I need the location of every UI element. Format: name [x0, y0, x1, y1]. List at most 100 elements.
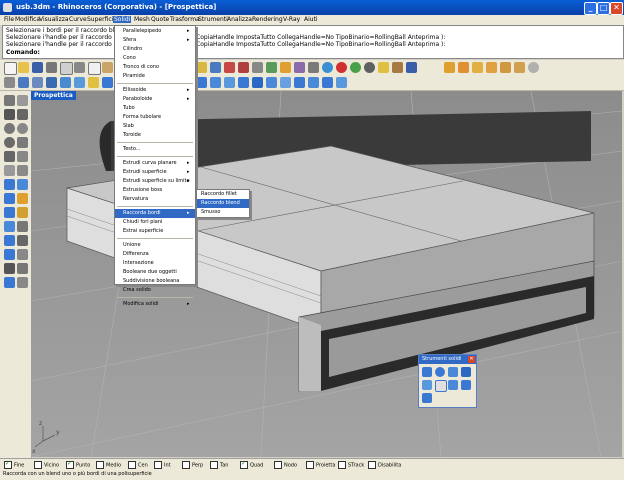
paste-icon[interactable] — [102, 62, 113, 73]
menu-quote[interactable]: Quote — [150, 16, 170, 23]
fillet-edge-icon[interactable] — [461, 380, 471, 390]
scale-icon[interactable] — [17, 249, 28, 260]
palette-close-icon[interactable]: ✕ — [468, 356, 475, 363]
text-tool-icon[interactable] — [17, 277, 28, 288]
explode-icon[interactable] — [17, 221, 28, 232]
menu-item[interactable]: Ellissoide ▸ — [115, 86, 195, 95]
zoom-icon[interactable] — [32, 77, 43, 88]
solid-tools-icon[interactable] — [4, 193, 15, 204]
osnap-checkbox[interactable] — [368, 461, 376, 469]
solid-box-icon[interactable] — [196, 77, 207, 88]
menu-item[interactable]: Estrudi superficie ▸ — [115, 168, 195, 177]
union-solid-icon[interactable] — [422, 380, 432, 390]
menu-item[interactable]: Chiudi fori piani — [115, 218, 195, 227]
osnap-checkbox[interactable] — [338, 461, 346, 469]
osnap-checkbox[interactable] — [4, 460, 12, 469]
zoom-selected-icon[interactable] — [74, 77, 85, 88]
menu-analizza[interactable]: Analizza — [226, 16, 253, 23]
sphere-solid-icon[interactable] — [435, 367, 445, 377]
intersection-solid-icon[interactable] — [448, 380, 458, 390]
osnap-tan[interactable]: Tan — [210, 461, 228, 469]
osnap-punto[interactable]: Punto — [66, 460, 90, 469]
mirror-icon[interactable] — [4, 263, 15, 274]
submenu-item[interactable]: Raccordo fillet — [197, 190, 249, 199]
osnap-checkbox[interactable] — [240, 460, 248, 469]
select-arrow-icon[interactable] — [4, 95, 15, 106]
vray-material-icon[interactable] — [472, 62, 483, 73]
solid-pipe-icon[interactable] — [266, 77, 277, 88]
osnap-checkbox[interactable] — [306, 461, 314, 469]
open-icon[interactable] — [18, 62, 29, 73]
vray-proxy-icon[interactable] — [500, 62, 511, 73]
osnap-medio[interactable]: Medio — [96, 461, 121, 469]
offset-curve-icon[interactable] — [17, 165, 28, 176]
layer-icon[interactable] — [266, 62, 277, 73]
menu-item[interactable]: Modifica solidi ▸ — [115, 300, 195, 309]
curve-icon[interactable] — [17, 151, 28, 162]
properties-icon[interactable] — [60, 62, 73, 75]
lock-icon[interactable] — [308, 62, 319, 73]
print-icon[interactable] — [46, 62, 57, 73]
extract-surface-icon[interactable] — [422, 393, 432, 403]
menu-item[interactable]: Cilindro — [115, 45, 195, 54]
solid-sphere-icon[interactable] — [210, 77, 221, 88]
rectangle-icon[interactable] — [17, 137, 28, 148]
osnap-checkbox[interactable] — [96, 461, 104, 469]
osnap-vicino[interactable]: Vicino — [34, 461, 59, 469]
maximize-button[interactable]: □ — [597, 2, 610, 15]
rotate-icon[interactable] — [4, 249, 15, 260]
menu-visualizza[interactable]: Visualizza — [38, 16, 70, 23]
difference-solid-icon[interactable] — [435, 380, 447, 392]
osnap-disabilita[interactable]: Disabilita — [368, 461, 401, 469]
box-solid-icon[interactable] — [422, 367, 432, 377]
menu-item[interactable]: Parallelepipedo ▸ — [115, 27, 195, 36]
osnap-cen[interactable]: Cen — [128, 461, 148, 469]
menu-vray[interactable]: V-Ray — [282, 16, 301, 23]
osnap-proietta[interactable]: Proietta — [306, 461, 335, 469]
vray-sun-icon[interactable] — [514, 62, 525, 73]
copy-icon[interactable] — [88, 62, 101, 75]
solid-cylinder-icon[interactable] — [224, 77, 235, 88]
close-button[interactable]: ✕ — [610, 2, 623, 15]
split-icon[interactable] — [4, 207, 15, 218]
menu-item[interactable]: Estrusione boss — [115, 186, 195, 195]
osnap-checkbox[interactable] — [154, 461, 162, 469]
loft-icon[interactable] — [17, 179, 28, 190]
osnap-int[interactable]: Int — [154, 461, 171, 469]
vray-light-icon[interactable] — [486, 62, 497, 73]
menu-item[interactable]: Forma tubolare — [115, 113, 195, 122]
menu-superfici[interactable]: Superfici — [86, 16, 114, 23]
menu-item[interactable]: Piramide — [115, 72, 195, 81]
grid-icon[interactable] — [210, 62, 221, 73]
vray-sphere-icon[interactable] — [528, 62, 539, 73]
osnap-checkbox[interactable] — [66, 460, 74, 469]
boolean-intersection-icon[interactable] — [308, 77, 319, 88]
solid-tools-palette[interactable]: Strumenti solidi ✕ — [418, 354, 477, 408]
extrude-icon[interactable] — [322, 77, 333, 88]
menu-item[interactable]: Slab — [115, 122, 195, 131]
command-prompt[interactable]: Comando: — [6, 49, 40, 56]
submenu-item[interactable]: Smusso — [197, 208, 249, 217]
surface-icon[interactable] — [4, 179, 15, 190]
line-icon[interactable] — [17, 109, 28, 120]
xray-sphere-icon[interactable] — [364, 62, 375, 73]
cap-icon[interactable] — [336, 77, 347, 88]
new-file-icon[interactable] — [4, 62, 17, 75]
polyline-icon[interactable] — [4, 109, 15, 120]
menu-item[interactable]: Tubo — [115, 104, 195, 113]
move-icon[interactable] — [4, 235, 15, 246]
view-cube-icon[interactable] — [102, 77, 113, 88]
boolean-union-icon[interactable] — [280, 77, 291, 88]
menu-item[interactable]: Booleane due oggetti — [115, 268, 195, 277]
menu-item[interactable]: Crea solido — [115, 286, 195, 295]
light-bulb-icon[interactable] — [378, 62, 389, 73]
polygon-icon[interactable] — [4, 151, 15, 162]
save-icon[interactable] — [32, 62, 43, 73]
dimension-tool-icon[interactable] — [4, 277, 15, 288]
osnap-checkbox[interactable] — [34, 461, 42, 469]
zoom-extents-icon[interactable] — [60, 77, 71, 88]
menu-item[interactable]: Unione — [115, 241, 195, 250]
array-icon[interactable] — [17, 263, 28, 274]
osnap-fine[interactable]: Fine — [4, 460, 24, 469]
menu-item[interactable]: Cono — [115, 54, 195, 63]
